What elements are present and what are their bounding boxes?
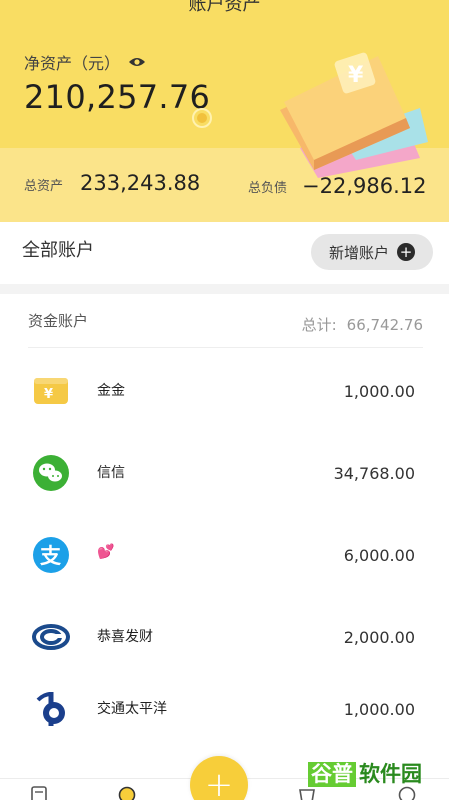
account-name: 交通太平洋 bbox=[97, 701, 167, 717]
fund-accounts-total: 总计: 66,742.76 bbox=[302, 314, 423, 335]
account-row-jinjin[interactable]: ¥ 金金 1,000.00 bbox=[0, 360, 449, 420]
watermark-part2: 软件园 bbox=[359, 761, 422, 786]
section-separator bbox=[0, 284, 449, 294]
account-balance: 2,000.00 bbox=[343, 628, 415, 647]
svg-text:¥: ¥ bbox=[348, 63, 364, 88]
svg-text:¥: ¥ bbox=[44, 387, 53, 402]
account-name: 恭喜发财 bbox=[97, 629, 153, 645]
unionpay-swirl-icon bbox=[32, 624, 70, 650]
divider bbox=[28, 347, 423, 348]
watermark: 谷普 软件园 bbox=[308, 754, 442, 794]
all-accounts-title: 全部账户 bbox=[22, 240, 94, 261]
fund-accounts-header: 资金账户 总计: 66,742.76 bbox=[0, 294, 449, 348]
account-balance: 34,768.00 bbox=[333, 464, 415, 483]
total-debt-label: 总负债 bbox=[248, 181, 288, 196]
account-row-xinxin[interactable]: 信信 34,768.00 bbox=[0, 442, 449, 502]
coin-icon bbox=[192, 108, 212, 128]
bank-of-communications-icon bbox=[36, 692, 65, 726]
account-row-jiaotong[interactable]: 交通太平洋 1,000.00 bbox=[0, 678, 449, 738]
account-name: 💕 bbox=[97, 544, 115, 560]
fund-accounts-title: 资金账户 bbox=[28, 312, 89, 330]
account-name: 信信 bbox=[97, 465, 125, 481]
net-assets-label-group: 净资产（元） bbox=[24, 50, 146, 74]
book-illustration-icon: ¥ bbox=[280, 52, 428, 178]
add-account-label: 新增账户 bbox=[328, 243, 389, 262]
total-assets-value: 233,243.88 bbox=[80, 171, 201, 195]
alipay-icon: 支 bbox=[33, 537, 69, 573]
assets-tab-icon[interactable] bbox=[118, 786, 136, 800]
add-record-button[interactable]: + bbox=[190, 756, 248, 800]
account-row-gongxi[interactable]: 恭喜发财 2,000.00 bbox=[0, 606, 449, 666]
net-assets-label: 净资产（元） bbox=[24, 54, 121, 73]
eye-icon[interactable] bbox=[128, 56, 146, 68]
yuan-wallet-icon: ¥ bbox=[34, 378, 68, 404]
wechat-icon bbox=[33, 455, 69, 491]
fund-total-value: 66,742.76 bbox=[346, 316, 423, 334]
assets-summary-card: 账户资产 净资产（元） 210,257.76 ¥ 总资产 233,243.88 … bbox=[0, 0, 449, 222]
watermark-part1: 谷普 bbox=[308, 761, 356, 787]
svg-text:支: 支 bbox=[40, 544, 62, 568]
add-account-button[interactable]: 新增账户 + bbox=[311, 234, 433, 270]
account-row-alipay[interactable]: 支 💕 6,000.00 bbox=[0, 524, 449, 584]
account-balance: 1,000.00 bbox=[343, 382, 415, 401]
bill-list-icon[interactable] bbox=[30, 786, 48, 800]
account-name: 金金 bbox=[97, 383, 125, 399]
page-title: 账户资产 bbox=[188, 0, 261, 15]
total-debt-value: −22,986.12 bbox=[302, 174, 427, 198]
plus-circle-icon: + bbox=[397, 243, 415, 261]
fund-total-label: 总计: bbox=[301, 316, 337, 334]
account-balance: 6,000.00 bbox=[343, 546, 415, 565]
net-assets-value: 210,257.76 bbox=[24, 78, 211, 116]
account-balance: 1,000.00 bbox=[343, 700, 415, 719]
total-assets-label: 总资产 bbox=[24, 179, 64, 194]
all-accounts-header: 全部账户 新增账户 + bbox=[0, 222, 449, 284]
